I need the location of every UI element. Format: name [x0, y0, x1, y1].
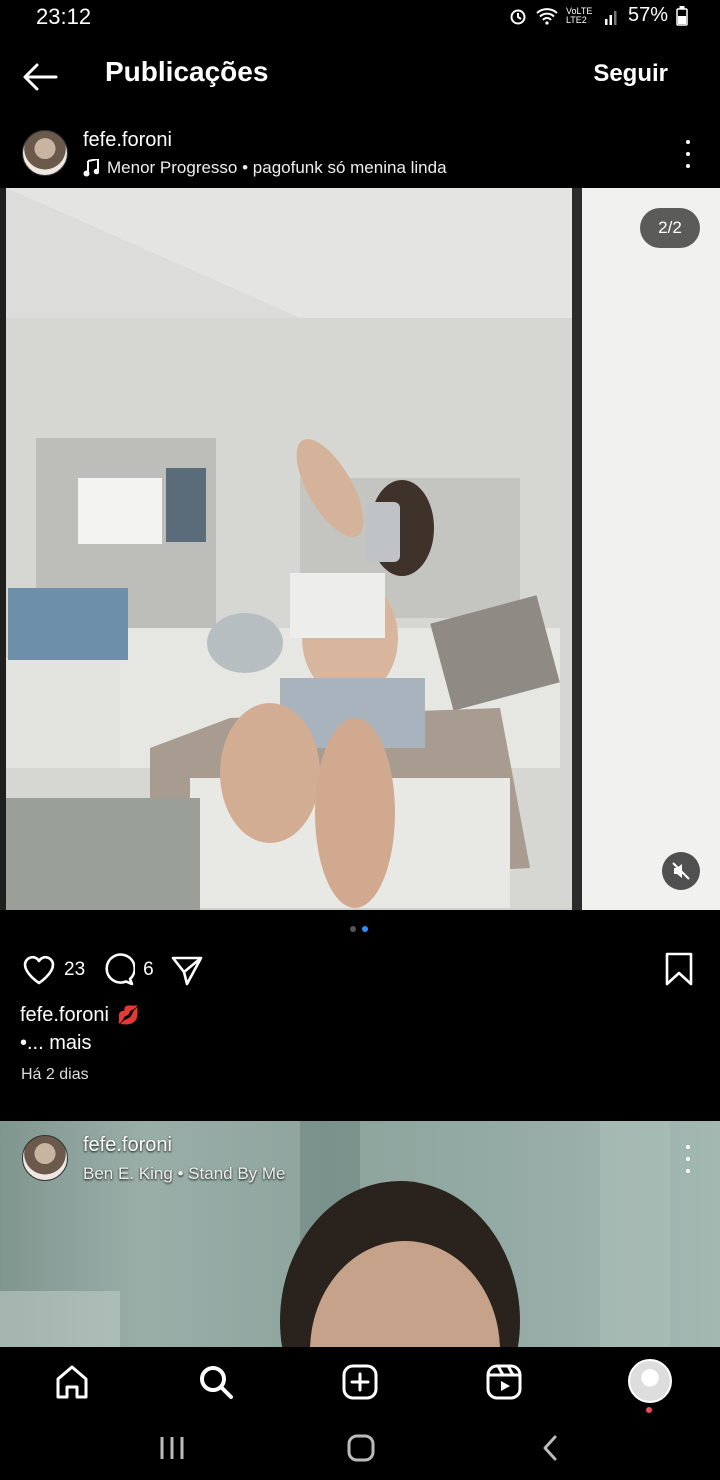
back-arrow-icon[interactable] — [20, 60, 60, 94]
post-username[interactable]: fefe.foroni — [83, 1134, 172, 1157]
post-timestamp: Há 2 dias — [21, 1066, 89, 1083]
profile-icon[interactable] — [628, 1359, 672, 1403]
network-label: VoLTE LTE2 — [565, 5, 593, 25]
comment-icon[interactable] — [101, 953, 136, 987]
reels-icon[interactable] — [485, 1363, 523, 1401]
back-chevron-icon[interactable] — [540, 1434, 560, 1462]
audio-label: Menor Progresso • pagofunk só menina lin… — [107, 158, 447, 177]
battery-percent: 57% — [627, 4, 668, 26]
recents-icon[interactable] — [158, 1435, 186, 1461]
bottom-navigation — [0, 1347, 720, 1417]
audio-track[interactable]: Menor Progresso • pagofunk só menina lin… — [83, 158, 447, 178]
avatar[interactable] — [22, 130, 68, 176]
alarm-icon — [510, 9, 526, 24]
next-post[interactable]: fefe.foroni Ben E. King • Stand By Me — [0, 1121, 720, 1347]
home-circle-icon[interactable] — [346, 1434, 376, 1462]
caption-username[interactable]: fefe.foroni — [20, 1004, 109, 1027]
heart-icon[interactable] — [22, 953, 56, 987]
search-icon[interactable] — [197, 1363, 235, 1401]
battery-icon — [676, 5, 688, 26]
share-icon[interactable] — [170, 953, 204, 987]
post-actions: 23 6 — [22, 952, 204, 988]
system-navigation — [0, 1417, 720, 1480]
carousel-indicator — [350, 926, 368, 932]
audio-track[interactable]: Ben E. King • Stand By Me — [83, 1164, 286, 1184]
bookmark-icon[interactable] — [664, 952, 694, 986]
mute-button[interactable] — [662, 852, 700, 890]
status-time: 23:12 — [36, 4, 92, 29]
wifi-icon — [536, 7, 558, 25]
page-title: Publicações — [105, 56, 269, 87]
caption-more-link[interactable]: •... mais — [20, 1032, 91, 1055]
carousel-counter: 2/2 — [640, 208, 700, 248]
top-app-bar: Publicações Seguir — [0, 44, 720, 108]
avatar[interactable] — [22, 1135, 68, 1181]
kebab-icon[interactable] — [682, 140, 694, 168]
carousel-dot-active — [362, 926, 368, 932]
audio-label: Ben E. King • Stand By Me — [83, 1164, 286, 1183]
home-icon[interactable] — [53, 1363, 91, 1401]
notification-dot — [646, 1407, 652, 1413]
music-note-icon — [83, 159, 99, 177]
status-icons: VoLTE LTE2 57% — [508, 4, 688, 27]
mute-icon — [672, 862, 690, 880]
kebab-icon[interactable] — [682, 1145, 694, 1173]
caption: fefe.foroni 💋 — [20, 1004, 139, 1027]
status-bar: 23:12 VoLTE LTE2 57% — [0, 0, 720, 34]
comment-count[interactable]: 6 — [143, 959, 154, 981]
post-image — [0, 188, 720, 910]
post-photo[interactable]: 2/2 — [0, 188, 720, 910]
like-count[interactable]: 23 — [64, 959, 85, 981]
post-username[interactable]: fefe.foroni — [83, 129, 172, 152]
follow-button[interactable]: Seguir — [593, 60, 668, 88]
create-icon[interactable] — [341, 1363, 379, 1401]
signal-icon — [604, 10, 617, 25]
carousel-dot — [350, 926, 356, 932]
kiss-emoji: 💋 — [116, 1005, 140, 1025]
